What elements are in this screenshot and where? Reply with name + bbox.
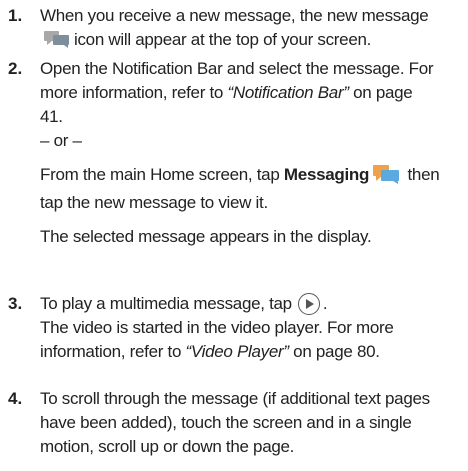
notification-bar-reference[interactable]: “Notification Bar” [227, 83, 349, 102]
step-4-line-1: To scroll through the message (if additi… [40, 389, 430, 408]
video-player-reference[interactable]: “Video Player” [186, 342, 290, 361]
instruction-page: 1. When you receive a new message, the n… [0, 0, 468, 471]
step-2-line-1: Open the Notification Bar and select the… [40, 59, 434, 78]
text-span: To play a multimedia message, tap [40, 294, 292, 313]
text-span: From the main Home screen, tap [40, 165, 284, 184]
text-span: on page 80. [288, 342, 380, 361]
messaging-label: Messaging [283, 165, 370, 184]
step-2-line-3: 41. [40, 107, 63, 126]
step-text: Open the Notification Bar and select the… [40, 57, 460, 249]
messaging-icon [372, 164, 400, 191]
text-span: . [322, 294, 328, 313]
step-1-line-2: icon will appear at the top of your scre… [40, 28, 460, 56]
step-2-line-2: more information, refer to “Notification… [40, 81, 460, 105]
step-3-line-3: information, refer to “Video Player” on … [40, 340, 460, 364]
step-text: To scroll through the message (if additi… [40, 387, 460, 459]
step-number: 1. [8, 6, 23, 25]
new-message-icon [43, 29, 71, 56]
text-span: more information, refer to [40, 83, 228, 102]
step-number: 2. [8, 59, 23, 78]
step-2-home-line: From the main Home screen, tap Messaging… [40, 163, 460, 191]
step-number: 3. [8, 294, 23, 313]
step-1-line-1: When you receive a new message, the new … [40, 6, 429, 25]
step-2-home-line-2: tap the new message to view it. [40, 193, 268, 212]
step-2-result: The selected message appears in the disp… [40, 227, 372, 246]
text-span: then [403, 165, 440, 184]
step-1-line-2-text: icon will appear at the top of your scre… [74, 30, 372, 49]
step-3-line-2: The video is started in the video player… [40, 318, 394, 337]
play-icon[interactable] [297, 293, 320, 315]
step-text: To play a multimedia message, tap. The v… [40, 292, 460, 364]
text-span: on page [348, 83, 413, 102]
step-text: When you receive a new message, the new … [40, 4, 460, 56]
step-4-line-2: have been added), touch the screen and i… [40, 413, 412, 432]
step-4-line-3: motion, scroll up or down the page. [40, 437, 295, 456]
text-span: information, refer to [40, 342, 186, 361]
step-3-line-1: To play a multimedia message, tap. [40, 292, 460, 316]
step-number: 4. [8, 389, 23, 408]
or-separator: – or – [40, 131, 82, 150]
